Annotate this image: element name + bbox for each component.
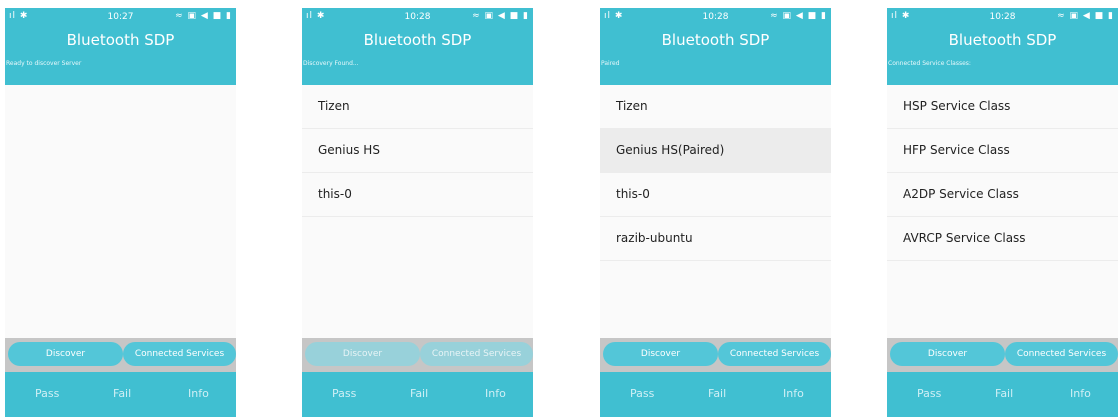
status-icons: ≈ ▣ ◀ ■ ▮ <box>472 11 529 21</box>
pass-tab[interactable]: Pass <box>332 387 356 400</box>
list-item[interactable]: HSP Service Class <box>887 85 1118 129</box>
list-item[interactable]: Genius HS <box>302 129 533 173</box>
list-item[interactable]: Tizen <box>600 85 831 129</box>
info-tab[interactable]: Info <box>188 387 209 400</box>
app-header: ıl ✱ 10:28 ≈ ▣ ◀ ■ ▮ Bluetooth SDP Paire… <box>600 8 831 85</box>
status-bar: ıl ✱ 10:27 ≈ ▣ ◀ ■ ▮ <box>5 8 236 26</box>
footer-bar: Pass Fail Info <box>302 372 533 417</box>
device-list: Tizen Genius HS this-0 <box>302 85 533 217</box>
page-title: Bluetooth SDP <box>66 31 175 49</box>
list-item[interactable]: razib-ubuntu <box>600 217 831 261</box>
list-item[interactable]: Tizen <box>302 85 533 129</box>
list-item[interactable]: this-0 <box>302 173 533 217</box>
fail-tab[interactable]: Fail <box>113 387 131 400</box>
fail-tab[interactable]: Fail <box>708 387 726 400</box>
list-item[interactable]: A2DP Service Class <box>887 173 1118 217</box>
action-bar: Discover Connected Services <box>600 338 831 372</box>
pass-tab[interactable]: Pass <box>630 387 654 400</box>
status-message: Paired <box>601 60 620 67</box>
device-list: Tizen Genius HS(Paired) this-0 razib-ubu… <box>600 85 831 261</box>
discover-button[interactable]: Discover <box>890 342 1005 366</box>
status-icons: ≈ ▣ ◀ ■ ▮ <box>770 11 827 21</box>
status-message: Connected Service Classes: <box>888 60 971 67</box>
screen-paired: ıl ✱ 10:28 ≈ ▣ ◀ ■ ▮ Bluetooth SDP Paire… <box>600 8 831 417</box>
app-header: ıl ✱ 10:28 ≈ ▣ ◀ ■ ▮ Bluetooth SDP Conne… <box>887 8 1118 85</box>
discover-button[interactable]: Discover <box>305 342 420 366</box>
service-list: HSP Service Class HFP Service Class A2DP… <box>887 85 1118 261</box>
action-bar: Discover Connected Services <box>887 338 1118 372</box>
info-tab[interactable]: Info <box>485 387 506 400</box>
connected-services-button[interactable]: Connected Services <box>123 342 236 366</box>
list-item-selected[interactable]: Genius HS(Paired) <box>600 129 831 173</box>
connected-services-button[interactable]: Connected Services <box>1005 342 1118 366</box>
info-tab[interactable]: Info <box>1070 387 1091 400</box>
discover-button[interactable]: Discover <box>603 342 718 366</box>
action-bar: Discover Connected Services <box>5 338 236 372</box>
list-item[interactable]: AVRCP Service Class <box>887 217 1118 261</box>
status-bar: ıl ✱ 10:28 ≈ ▣ ◀ ■ ▮ <box>302 8 533 26</box>
pass-tab[interactable]: Pass <box>917 387 941 400</box>
list-item[interactable]: HFP Service Class <box>887 129 1118 173</box>
status-bar: ıl ✱ 10:28 ≈ ▣ ◀ ■ ▮ <box>600 8 831 26</box>
screen-services: ıl ✱ 10:28 ≈ ▣ ◀ ■ ▮ Bluetooth SDP Conne… <box>887 8 1118 417</box>
connected-services-button[interactable]: Connected Services <box>420 342 533 366</box>
info-tab[interactable]: Info <box>783 387 804 400</box>
page-title: Bluetooth SDP <box>661 31 770 49</box>
status-icons: ≈ ▣ ◀ ■ ▮ <box>1057 11 1114 21</box>
discover-button[interactable]: Discover <box>8 342 123 366</box>
footer-bar: Pass Fail Info <box>887 372 1118 417</box>
list-item[interactable]: this-0 <box>600 173 831 217</box>
pass-tab[interactable]: Pass <box>35 387 59 400</box>
footer-bar: Pass Fail Info <box>600 372 831 417</box>
page-title: Bluetooth SDP <box>363 31 472 49</box>
connected-services-button[interactable]: Connected Services <box>718 342 831 366</box>
screen-discovery: ıl ✱ 10:28 ≈ ▣ ◀ ■ ▮ Bluetooth SDP Disco… <box>302 8 533 417</box>
fail-tab[interactable]: Fail <box>995 387 1013 400</box>
fail-tab[interactable]: Fail <box>410 387 428 400</box>
action-bar: Discover Connected Services <box>302 338 533 372</box>
status-message: Discovery Found... <box>303 60 359 67</box>
screen-ready: ıl ✱ 10:27 ≈ ▣ ◀ ■ ▮ Bluetooth SDP Ready… <box>5 8 236 417</box>
app-header: ıl ✱ 10:27 ≈ ▣ ◀ ■ ▮ Bluetooth SDP Ready… <box>5 8 236 85</box>
status-message: Ready to discover Server <box>6 60 82 67</box>
status-bar: ıl ✱ 10:28 ≈ ▣ ◀ ■ ▮ <box>887 8 1118 26</box>
page-title: Bluetooth SDP <box>948 31 1057 49</box>
footer-bar: Pass Fail Info <box>5 372 236 417</box>
app-header: ıl ✱ 10:28 ≈ ▣ ◀ ■ ▮ Bluetooth SDP Disco… <box>302 8 533 85</box>
status-icons: ≈ ▣ ◀ ■ ▮ <box>175 11 232 21</box>
